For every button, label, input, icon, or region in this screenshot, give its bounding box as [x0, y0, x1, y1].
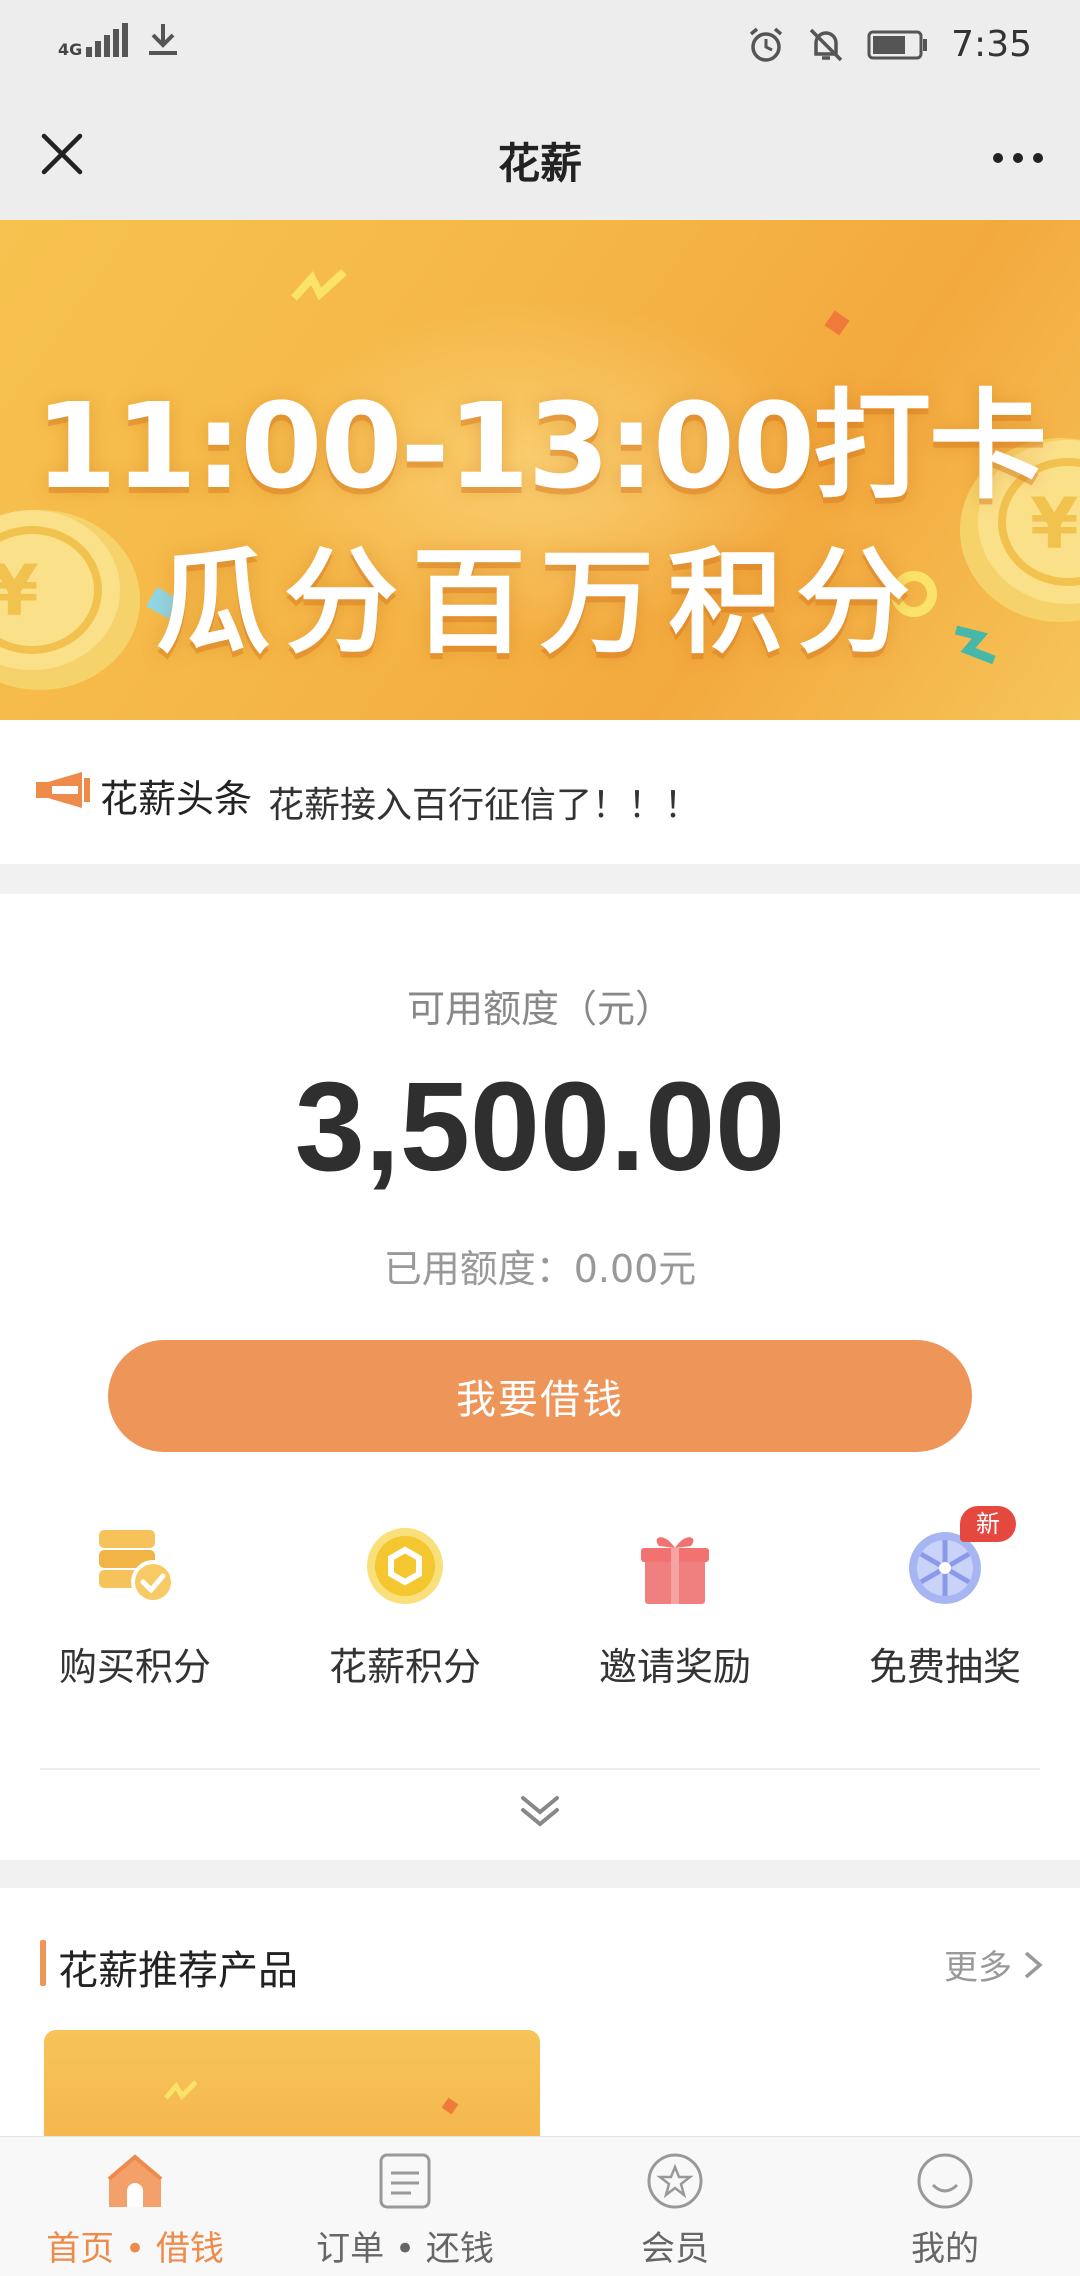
coins-check-icon	[99, 1530, 175, 1604]
profile-smile-icon	[917, 2153, 973, 2209]
quick-action-invite[interactable]: 邀请奖励	[540, 1526, 810, 1726]
used-credit-text: 已用额度：0.00元	[383, 1247, 697, 1291]
app-screen: 4G 7:35 花薪 ¥ ¥ 11:00-13:00打卡 瓜分百万积分 花薪头条…	[0, 0, 1080, 2276]
gift-icon	[641, 1537, 709, 1604]
tab-label: 订单 • 还钱	[316, 2229, 494, 2269]
tab-member[interactable]: 会员	[540, 2137, 810, 2276]
tab-label: 首页 • 借钱	[46, 2229, 224, 2269]
tab-label: 我的	[911, 2229, 979, 2269]
page-title: 花薪	[497, 139, 582, 188]
square-decoration	[824, 310, 850, 336]
card-zigzag-decoration	[164, 2080, 198, 2101]
tab-profile[interactable]: 我的	[810, 2137, 1080, 2276]
network-type: 4G	[58, 40, 83, 59]
order-icon	[379, 2153, 431, 2209]
quick-actions: 购买积分 花薪积分 邀请奖励 新 免费抽奖	[0, 1506, 1080, 1726]
zigzag-decoration	[291, 269, 347, 301]
member-star-icon	[647, 2153, 703, 2209]
status-left: 4G	[58, 22, 180, 58]
quick-action-buy-points[interactable]: 购买积分	[0, 1526, 270, 1726]
tab-orders[interactable]: 订单 • 还钱	[270, 2137, 540, 2276]
download-icon	[149, 24, 178, 55]
headline-tag: 花薪头条	[100, 777, 253, 821]
tab-home[interactable]: 首页 • 借钱	[0, 2137, 270, 2276]
more-options-icon[interactable]	[986, 126, 1050, 190]
new-badge-text: 新	[976, 1510, 1000, 1538]
quick-action-label: 购买积分	[58, 1645, 211, 1689]
megaphone-icon	[36, 772, 90, 808]
clock-time: 7:35	[951, 24, 1032, 65]
quick-action-label: 花薪积分	[328, 1645, 481, 1689]
signal-icon: 4G	[58, 23, 129, 59]
status-right: 7:35	[747, 24, 1032, 65]
borrow-button[interactable]: 我要借钱	[108, 1340, 972, 1452]
nav-bar: 花薪	[0, 92, 1080, 220]
available-credit-amount: 3,500.00	[294, 1056, 786, 1197]
headline-text[interactable]: 花薪接入百行征信了！！！	[268, 776, 700, 828]
banner-line-1: 11:00-13:00打卡	[34, 377, 1047, 515]
banner-line-2: 瓜分百万积分	[155, 536, 924, 669]
bottom-tab-bar: 首页 • 借钱 订单 • 还钱 会员 我的	[0, 2136, 1080, 2276]
new-badge: 新	[960, 1506, 1016, 1542]
product-card[interactable]	[44, 2030, 540, 2138]
recommend-title: 花薪推荐产品	[58, 1948, 298, 1994]
card-dot-decoration	[441, 2097, 459, 2115]
tab-label: 会员	[641, 2229, 709, 2269]
quick-action-lottery[interactable]: 新 免费抽奖	[810, 1506, 1080, 1726]
chevron-right-icon	[1024, 1951, 1043, 1978]
news-headline[interactable]: 花薪头条 花薪接入百行征信了！！！	[0, 720, 1080, 864]
available-credit-label: 可用额度（元）	[406, 987, 673, 1031]
quick-action-label: 邀请奖励	[598, 1645, 751, 1689]
recommend-section: 花薪推荐产品 更多	[0, 1888, 1080, 2138]
divider	[40, 1768, 1040, 1770]
status-bar: 4G 7:35	[0, 0, 1080, 92]
battery-icon	[867, 30, 928, 59]
more-label: 更多	[944, 1948, 1012, 1988]
section-accent-bar	[40, 1940, 46, 1986]
expand-chevron-icon[interactable]	[515, 1784, 565, 1834]
mute-bell-icon	[809, 28, 843, 61]
alarm-icon	[750, 27, 783, 62]
promo-banner[interactable]: ¥ ¥ 11:00-13:00打卡 瓜分百万积分	[0, 220, 1080, 720]
quick-action-points[interactable]: 花薪积分	[270, 1526, 540, 1726]
points-coin-icon	[367, 1528, 443, 1604]
quick-action-label: 免费抽奖	[868, 1645, 1021, 1689]
home-icon	[107, 2154, 163, 2207]
more-link[interactable]: 更多	[944, 1940, 1044, 1989]
credit-panel: 可用额度（元） 3,500.00 已用额度：0.00元 我要借钱 购买积分 花薪…	[0, 894, 1080, 1860]
